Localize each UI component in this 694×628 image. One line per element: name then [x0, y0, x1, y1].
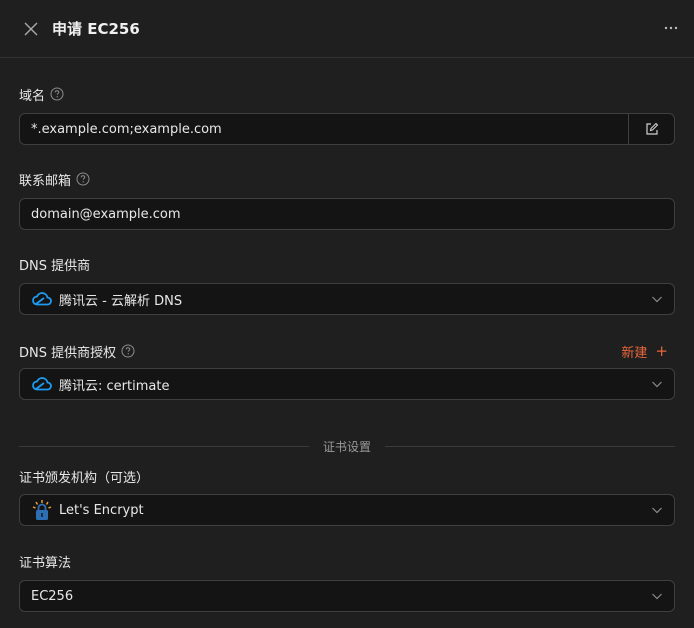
chevron-down-icon — [651, 590, 663, 602]
close-icon — [24, 22, 38, 35]
section-divider: 证书设置 — [19, 436, 675, 456]
ca-label-row: 证书颁发机构（可选） — [19, 466, 675, 486]
field-dns-provider: DNS 提供商 腾讯云 - 云解析 DNS — [19, 254, 675, 315]
ca-label: 证书颁发机构（可选） — [19, 470, 150, 486]
question-circle-icon[interactable] — [121, 344, 135, 358]
chevron-down-icon — [651, 504, 663, 516]
more-button[interactable] — [660, 17, 682, 39]
field-algorithm: 证书算法 EC256 — [19, 551, 675, 612]
tencent-cloud-icon — [31, 373, 53, 395]
dns-auth-value: 腾讯云: certimate — [59, 378, 170, 394]
field-domain: 域名 *.example.com;example.com — [19, 84, 675, 145]
dns-provider-label-row: DNS 提供商 — [19, 254, 675, 274]
section-divider-label: 证书设置 — [323, 439, 372, 454]
email-input[interactable]: domain@example.com — [19, 198, 675, 230]
dns-auth-selected: 腾讯云: certimate — [20, 373, 651, 395]
new-dns-auth-button[interactable]: 新建 + — [621, 341, 668, 361]
divider-line-left — [19, 445, 309, 447]
dns-provider-label: DNS 提供商 — [19, 258, 91, 274]
domain-label: 域名 — [19, 88, 46, 104]
page-title: 申请 EC256 — [52, 20, 140, 38]
field-ca: 证书颁发机构（可选） Let's Encrypt — [19, 466, 675, 526]
close-button[interactable] — [20, 18, 42, 40]
dns-auth-select[interactable]: 腾讯云: certimate — [19, 368, 675, 400]
dns-provider-selected: 腾讯云 - 云解析 DNS — [20, 288, 651, 310]
new-dns-auth-label: 新建 — [621, 345, 648, 361]
letsencrypt-icon — [31, 499, 53, 521]
question-circle-icon[interactable] — [50, 87, 64, 101]
algorithm-select[interactable]: EC256 — [19, 580, 675, 612]
question-circle-icon[interactable] — [76, 172, 90, 186]
ca-select[interactable]: Let's Encrypt — [19, 494, 675, 526]
field-email: 联系邮箱 domain@example.com — [19, 169, 675, 230]
algorithm-value: EC256 — [31, 588, 74, 604]
email-value: domain@example.com — [31, 206, 181, 222]
domain-label-row: 域名 — [19, 84, 675, 104]
edit-icon — [645, 122, 658, 135]
tencent-cloud-icon — [31, 288, 53, 310]
ca-value: Let's Encrypt — [59, 502, 144, 518]
dns-provider-value: 腾讯云 - 云解析 DNS — [59, 293, 183, 309]
domain-value: *.example.com;example.com — [31, 121, 222, 137]
algorithm-label: 证书算法 — [19, 555, 72, 571]
divider-line-right — [385, 445, 675, 447]
dns-auth-label-row: DNS 提供商授权 — [19, 341, 675, 361]
chevron-down-icon — [651, 378, 663, 390]
email-label: 联系邮箱 — [19, 173, 72, 189]
algorithm-label-row: 证书算法 — [19, 551, 675, 571]
domain-input[interactable]: *.example.com;example.com — [19, 113, 675, 145]
form: 域名 *.example.com;example.com 联系邮箱 domain… — [0, 84, 694, 612]
ca-selected: Let's Encrypt — [20, 499, 651, 521]
edit-domain-button[interactable] — [628, 114, 674, 144]
more-icon — [664, 26, 678, 30]
drawer-header: 申请 EC256 — [0, 0, 694, 58]
drawer-panel: 申请 EC256 域名 *.example.com;example.com 联系… — [0, 0, 694, 628]
dns-auth-label: DNS 提供商授权 — [19, 345, 117, 361]
plus-icon: + — [655, 342, 668, 360]
email-label-row: 联系邮箱 — [19, 169, 675, 189]
chevron-down-icon — [651, 293, 663, 305]
field-dns-auth: DNS 提供商授权 新建 + 腾讯云: certimate — [19, 341, 675, 400]
dns-provider-select[interactable]: 腾讯云 - 云解析 DNS — [19, 283, 675, 315]
